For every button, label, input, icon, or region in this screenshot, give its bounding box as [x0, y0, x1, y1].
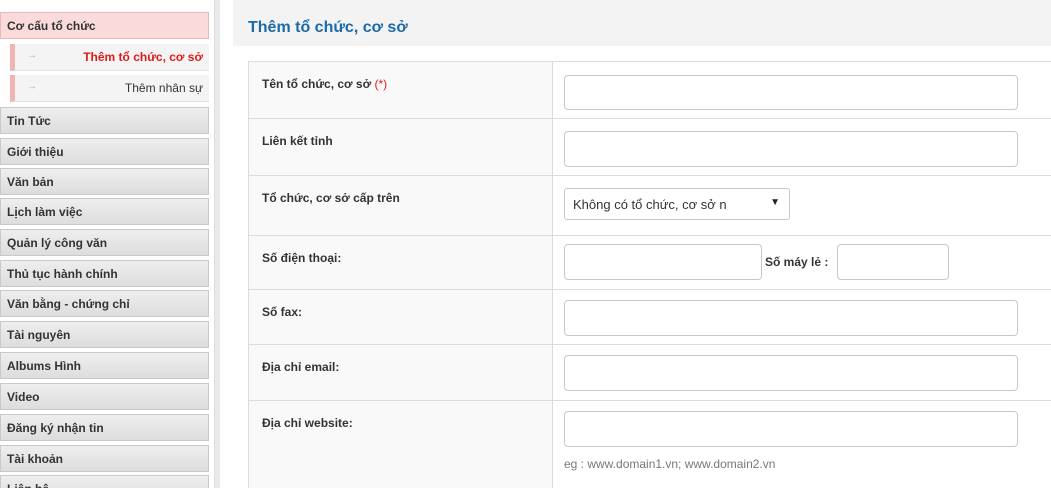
sidebar: Cơ cấu tổ chức → Thêm tổ chức, cơ sở → T… — [0, 0, 211, 488]
sidebar-item-tai-nguyen[interactable]: Tài nguyên — [0, 321, 209, 348]
form-row-phone: Số điện thoại: Số máy lẻ : — [249, 236, 1051, 290]
label-cell: Địa chỉ website: — [249, 401, 553, 488]
extension-label: Số máy lẻ : — [765, 255, 829, 269]
parent-selected-value: Không có tổ chức, cơ sở n — [573, 197, 727, 212]
sidebar-subitem-label: Thêm tổ chức, cơ sở — [83, 50, 203, 64]
label-cell: Số fax: — [249, 290, 553, 344]
sidebar-item-thu-tuc-hanh-chinh[interactable]: Thủ tục hành chính — [0, 260, 209, 287]
page-title: Thêm tổ chức, cơ sở — [248, 19, 408, 36]
sidebar-item-gioi-thieu[interactable]: Giới thiệu — [0, 138, 209, 165]
name-label-text: Tên tổ chức, cơ sở — [262, 77, 372, 91]
sidebar-item-van-ban[interactable]: Văn bản — [0, 168, 209, 195]
sidebar-item-tin-tuc[interactable]: Tin Tức — [0, 107, 209, 134]
website-label: Địa chỉ website: — [262, 416, 353, 430]
website-input[interactable] — [564, 411, 1018, 447]
sidebar-item-van-bang-chung-chi[interactable]: Văn bằng - chứng chỉ — [0, 290, 209, 317]
label-cell: Liên kết tỉnh — [249, 119, 553, 175]
form-row-link: Liên kết tỉnh — [249, 119, 1051, 176]
form-row-website: Địa chỉ website: eg : www.domain1.vn; ww… — [249, 401, 1051, 488]
organization-name-input[interactable] — [564, 75, 1018, 110]
main-content: Thêm tổ chức, cơ sở Tên tổ chức, cơ sở (… — [233, 0, 1051, 488]
email-label: Địa chỉ email: — [262, 360, 340, 374]
label-cell: Tổ chức, cơ sở cấp trên — [249, 176, 553, 235]
form-row-name: Tên tổ chức, cơ sở (*) — [249, 62, 1051, 119]
parent-organization-select[interactable]: Không có tổ chức, cơ sở n ▼ — [564, 188, 790, 220]
form-row-fax: Số fax: — [249, 290, 1051, 345]
sidebar-divider — [214, 0, 220, 488]
phone-input[interactable] — [564, 244, 762, 280]
sidebar-subitem-them-to-chuc[interactable]: → Thêm tổ chức, cơ sở — [10, 44, 209, 71]
add-organization-form: Tên tổ chức, cơ sở (*) Liên kết tỉnh Tổ … — [248, 61, 1051, 488]
form-row-parent: Tổ chức, cơ sở cấp trên Không có tổ chức… — [249, 176, 1051, 236]
province-link-input[interactable] — [564, 131, 1018, 167]
required-mark: (*) — [374, 77, 388, 91]
sidebar-subitem-them-nhan-su[interactable]: → Thêm nhân sự — [10, 75, 209, 102]
label-cell: Tên tổ chức, cơ sở (*) — [249, 62, 553, 118]
sidebar-item-lich-lam-viec[interactable]: Lịch làm việc — [0, 198, 209, 225]
sidebar-item-dang-ky-nhan-tin[interactable]: Đăng ký nhận tin — [0, 414, 209, 441]
parent-label: Tổ chức, cơ sở cấp trên — [262, 191, 400, 205]
arrow-right-icon: → — [27, 50, 37, 61]
form-row-email: Địa chỉ email: — [249, 345, 1051, 401]
name-label: Tên tổ chức, cơ sở (*) — [262, 77, 387, 91]
dropdown-caret-icon: ▼ — [770, 197, 780, 208]
sidebar-item-albums-hinh[interactable]: Albums Hình — [0, 352, 209, 379]
sidebar-item-lien-he[interactable]: Liên hệ — [0, 475, 209, 488]
sidebar-item-co-cau-to-chuc[interactable]: Cơ cấu tổ chức — [0, 12, 209, 39]
website-hint: eg : www.domain1.vn; www.domain2.vn — [564, 457, 776, 471]
sidebar-item-video[interactable]: Video — [0, 383, 209, 410]
title-bar: Thêm tổ chức, cơ sở — [233, 0, 1051, 46]
extension-input[interactable] — [837, 244, 949, 280]
label-cell: Địa chỉ email: — [249, 345, 553, 400]
email-input[interactable] — [564, 355, 1018, 391]
link-label: Liên kết tỉnh — [262, 134, 333, 148]
sidebar-subitem-label: Thêm nhân sự — [124, 81, 203, 95]
arrow-right-icon: → — [27, 81, 37, 92]
phone-label: Số điện thoại: — [262, 251, 342, 265]
sidebar-item-tai-khoan[interactable]: Tài khoản — [0, 445, 209, 472]
label-cell: Số điện thoại: — [249, 236, 553, 289]
fax-input[interactable] — [564, 300, 1018, 336]
fax-label: Số fax: — [262, 305, 303, 319]
sidebar-item-quan-ly-cong-van[interactable]: Quản lý công văn — [0, 229, 209, 256]
